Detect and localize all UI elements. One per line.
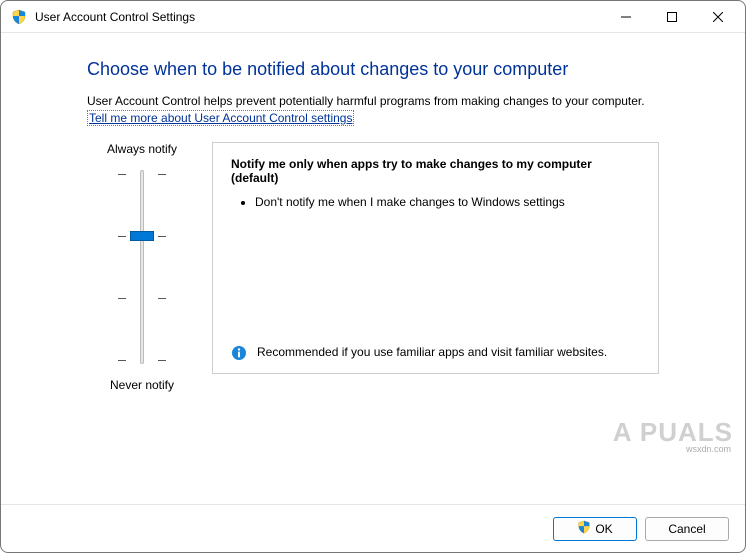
slider-column: Always notify Never notify [87,142,197,392]
maximize-button[interactable] [649,2,695,32]
watermark-logo: A PUALS [613,417,733,448]
dialog-footer: OK Cancel [1,504,745,552]
help-link[interactable]: Tell me more about User Account Control … [87,110,354,126]
slider-thumb[interactable] [130,231,154,241]
shield-icon [577,520,591,537]
notification-level-slider[interactable] [112,166,172,368]
page-heading: Choose when to be notified about changes… [87,59,659,80]
close-button[interactable] [695,2,741,32]
description-bullets: Don't notify me when I make changes to W… [237,195,640,345]
description-panel: Notify me only when apps try to make cha… [212,142,659,374]
description-title: Notify me only when apps try to make cha… [231,157,640,185]
shield-icon [11,9,27,25]
cancel-button[interactable]: Cancel [645,517,729,541]
recommendation-row: Recommended if you use familiar apps and… [231,345,640,361]
info-icon [231,345,247,361]
uac-settings-window: User Account Control Settings Choose whe… [0,0,746,553]
description-bullet: Don't notify me when I make changes to W… [255,195,640,209]
content-area: Choose when to be notified about changes… [1,33,745,504]
ok-button-label: OK [595,522,612,536]
recommendation-text: Recommended if you use familiar apps and… [257,345,607,359]
minimize-button[interactable] [603,2,649,32]
cancel-button-label: Cancel [668,522,705,536]
slider-bottom-label: Never notify [87,378,197,392]
page-subtext: User Account Control helps prevent poten… [87,94,659,108]
ok-button[interactable]: OK [553,517,637,541]
slider-top-label: Always notify [87,142,197,156]
window-title: User Account Control Settings [35,10,603,24]
settings-body: Always notify Never notify Notify me onl… [87,142,659,392]
window-controls [603,2,741,32]
slider-rail [140,170,144,364]
titlebar: User Account Control Settings [1,1,745,33]
watermark-url: wsxdn.com [686,444,731,454]
